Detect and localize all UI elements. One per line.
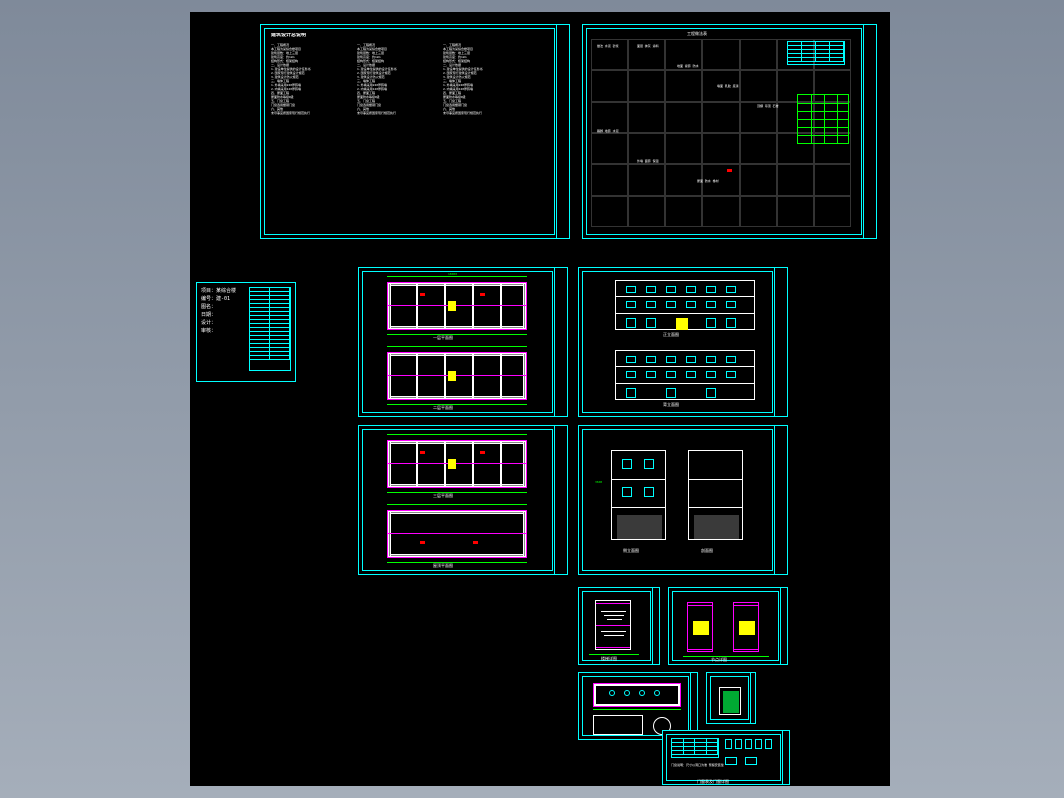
sheet-plan1-frame: 18000 一层平面图 二层平面图 (362, 271, 553, 413)
door-titleblock (782, 731, 789, 784)
sheet-stair: 楼梯详图 (578, 587, 660, 665)
schedule-green-panel (797, 94, 849, 144)
plan1-upper (387, 282, 527, 330)
plan2-lower (387, 510, 527, 558)
bathroom-detail (593, 715, 643, 735)
sheet-detail1: 节点详图 (668, 587, 788, 665)
stair-section (595, 600, 631, 650)
door-table (671, 738, 719, 758)
elev2-titleblock (774, 426, 787, 574)
schedule-title: 工程做法表 (687, 31, 707, 37)
sheet-schedule: 工程做法表 做法 水泥 砂浆 面层 抹灰 涂料 地面 瓷砖 防水 墙面 乳胶 底… (582, 24, 877, 239)
sheet-door: 门窗说明：尺寸以洞口为准 预留安装缝 门窗表及门窗详图 (662, 730, 790, 785)
sheet-detail1-frame: 节点详图 (672, 591, 779, 661)
plan1-lower-dim (387, 346, 527, 347)
elev1-title: 正立面图 (663, 332, 679, 338)
sheet-elev2-frame: 3600 侧立面图 剖面图 (582, 429, 773, 571)
door-thumb (725, 739, 732, 749)
detail1-titleblock (780, 588, 787, 664)
elev1-upper (615, 280, 755, 330)
plan1-title: 一层平面图 (433, 335, 453, 341)
stair-dim (589, 654, 639, 655)
sheet-stair-frame: 楼梯详图 (582, 591, 651, 661)
plan1-titleblock (554, 268, 567, 416)
project-info-block: 项目：某综合楼 编号：建-01 图名： 日期： 设计： 审核： (196, 282, 296, 382)
detail2-titleblock (750, 673, 755, 723)
elev2-right (688, 450, 743, 540)
elev1-titleblock (774, 268, 787, 416)
sched-txt: 面层 抹灰 涂料 (637, 44, 667, 48)
door-title: 门窗表及门窗详图 (697, 779, 729, 785)
plan2-lower-dim (387, 504, 527, 505)
sheet-detail2 (706, 672, 756, 724)
sheet-door-frame: 门窗说明：尺寸以洞口为准 预留安装缝 门窗表及门窗详图 (666, 734, 781, 781)
elev2-title2: 剖面图 (701, 548, 713, 554)
door-thumb (755, 739, 762, 749)
elev1-lower (615, 350, 755, 400)
sheet-spec-frame: 建筑设计总说明 一、工程概况 本工程为某综合楼项目 建筑层数：地上三层 建筑高度… (264, 28, 555, 235)
sched-txt: 做法 水泥 砂浆 (597, 44, 627, 48)
sheet-bathroom-frame (582, 676, 689, 736)
plan1-upper-dim (387, 276, 527, 277)
sched-txt: 屋面 防水 卷材 (697, 179, 727, 183)
sheet-plan2-frame: 三层平面图 屋顶平面图 (362, 429, 553, 571)
schedule-red-mark (727, 169, 732, 172)
sched-txt: 外墙 面砖 保温 (637, 159, 667, 163)
door-thumb (765, 739, 772, 749)
info-mini-table (249, 287, 291, 371)
plan1-title2: 二层平面图 (433, 405, 453, 411)
door-notes: 门窗说明：尺寸以洞口为准 预留安装缝 (671, 763, 771, 767)
spec-titleblock (556, 25, 569, 238)
plan2-titleblock (554, 426, 567, 574)
schedule-titleblock (863, 25, 876, 238)
cad-canvas: 建筑设计总说明 一、工程概况 本工程为某综合楼项目 建筑层数：地上三层 建筑高度… (190, 12, 890, 786)
plan1-lower-dim-b (387, 404, 527, 405)
door-thumb (745, 739, 752, 749)
spec-text-col3: 一、工程概况 本工程为某综合楼项目 建筑层数：地上三层 建筑高度：约12m 结构… (443, 43, 523, 223)
sheet-plan1: 18000 一层平面图 二层平面图 (358, 267, 568, 417)
sheet-plan2: 三层平面图 屋顶平面图 (358, 425, 568, 575)
bathroom-dim (593, 709, 681, 710)
bathroom-plan (593, 683, 681, 707)
stair-title: 楼梯详图 (601, 656, 617, 662)
elev2-left (611, 450, 666, 540)
sheet-elev2: 3600 侧立面图 剖面图 (578, 425, 788, 575)
sched-txt: 地面 瓷砖 防水 (677, 64, 707, 68)
sheet-detail2-frame (710, 676, 749, 720)
elev1-title2: 背立面图 (663, 402, 679, 408)
elev2-dim: 3600 (595, 480, 602, 484)
plan2-title: 三层平面图 (433, 493, 453, 499)
plan2-title2: 屋顶平面图 (433, 563, 453, 569)
detail2-box (719, 687, 741, 715)
detail1-a (687, 602, 713, 652)
sheet-spec: 建筑设计总说明 一、工程概况 本工程为某综合楼项目 建筑层数：地上三层 建筑高度… (260, 24, 570, 239)
spec-title: 建筑设计总说明 (271, 33, 306, 37)
plan2-lower-dim-b (387, 562, 527, 563)
spec-text-col1: 一、工程概况 本工程为某综合楼项目 建筑层数：地上三层 建筑高度：约12m 结构… (271, 43, 351, 223)
door-thumb (735, 739, 742, 749)
sched-txt: 顶棚 吊顶 石膏 (757, 104, 787, 108)
plan1-lower (387, 352, 527, 400)
sched-txt: 墙面 乳胶 底漆 (717, 84, 747, 88)
plan2-upper (387, 440, 527, 488)
plan1-upper-dim-txt: 18000 (448, 272, 457, 276)
stair-titleblock (652, 588, 659, 664)
elev2-title: 侧立面图 (623, 548, 639, 554)
detail1-title: 节点详图 (711, 657, 727, 663)
sheet-schedule-frame: 工程做法表 做法 水泥 砂浆 面层 抹灰 涂料 地面 瓷砖 防水 墙面 乳胶 底… (586, 28, 862, 235)
plan2-upper-dim (387, 434, 527, 435)
plan1-upper-dim-b (387, 334, 527, 335)
schedule-mini-table (787, 41, 845, 65)
sched-txt: 踢脚 地砖 水泥 (597, 129, 627, 133)
sheet-elev1: 正立面图 背立面图 (578, 267, 788, 417)
detail1-b (733, 602, 759, 652)
spec-text-col2: 一、工程概况 本工程为某综合楼项目 建筑层数：地上三层 建筑高度：约12m 结构… (357, 43, 437, 223)
sheet-elev1-frame: 正立面图 背立面图 (582, 271, 773, 413)
plan2-upper-dim-b (387, 492, 527, 493)
